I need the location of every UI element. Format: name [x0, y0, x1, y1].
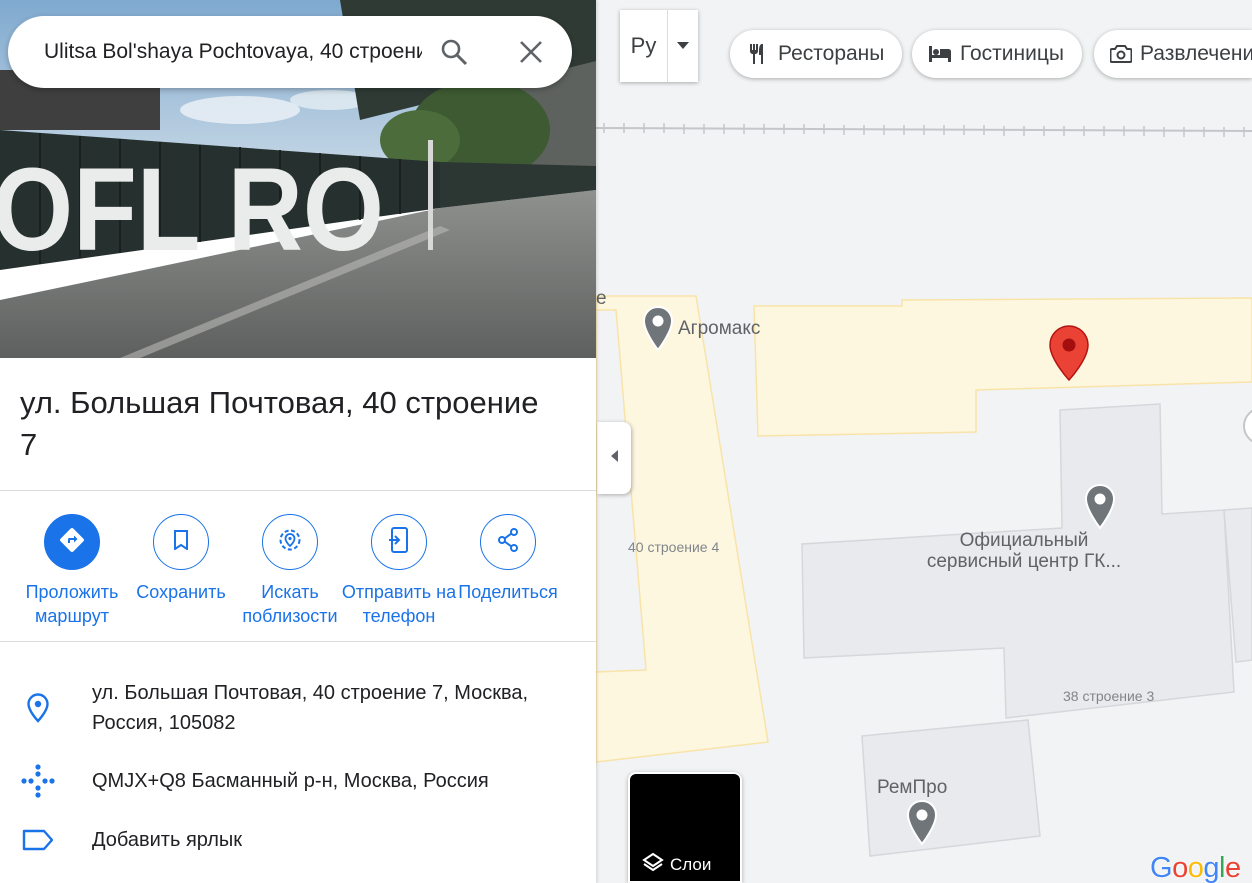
save-label: Сохранить — [136, 582, 226, 602]
chip-label: Гостиницы — [960, 42, 1064, 65]
layers-button[interactable]: Слои — [628, 772, 742, 883]
poi-label-service-center[interactable]: Официальный сервисный центр ГК... — [914, 530, 1134, 572]
share-button[interactable]: Поделиться — [448, 514, 568, 604]
chip-hotels[interactable]: Гостиницы — [912, 30, 1082, 78]
place-side-panel: OFL RO ул. Большая Почтовая, 40 строение… — [0, 0, 596, 883]
map-canvas[interactable]: Агромакс е Официальный сервисный центр Г… — [596, 0, 1252, 883]
nearby-search-icon — [278, 528, 302, 557]
directions-button[interactable]: Проложить маршрут — [12, 514, 132, 628]
caret-down-icon[interactable] — [668, 10, 698, 82]
nearby-label: Искать поблизости — [242, 582, 338, 626]
poi-pin-icon[interactable] — [1084, 483, 1116, 535]
language-selector[interactable]: Ру — [620, 10, 698, 82]
save-button[interactable]: Сохранить — [121, 514, 241, 604]
camera-icon — [1110, 42, 1132, 66]
info-row-add-label[interactable]: Добавить ярлык — [0, 822, 596, 862]
close-icon[interactable] — [511, 32, 551, 72]
parcel-selected — [753, 297, 1252, 437]
label-tag-icon — [18, 820, 58, 860]
map-edge-marker — [1243, 409, 1252, 443]
send-to-phone-label: Отправить на телефон — [341, 582, 457, 626]
selected-location-pin-icon[interactable] — [1048, 324, 1090, 387]
language-current[interactable]: Ру — [620, 10, 668, 82]
chip-label: Развлечения — [1140, 42, 1252, 65]
poi-pin-icon[interactable] — [642, 305, 674, 357]
poi-pin-icon[interactable] — [906, 799, 938, 851]
map-shapes — [596, 123, 1252, 857]
divider — [0, 490, 596, 491]
layers-icon — [642, 852, 664, 879]
directions-label: Проложить маршрут — [25, 582, 119, 626]
chip-entertainment[interactable]: Развлечения — [1094, 30, 1252, 78]
address-text: ул. Большая Почтовая, 40 строение 7, Мос… — [92, 682, 529, 734]
address-label-40-4: 40 строение 4 — [628, 539, 720, 555]
photo-sign-text: OFL RO — [0, 144, 384, 276]
send-to-phone-button[interactable]: Отправить на телефон — [339, 514, 459, 628]
directions-icon — [59, 527, 85, 558]
restaurant-icon — [746, 42, 770, 66]
caret-left-icon — [610, 449, 618, 467]
info-row-address[interactable]: ул. Большая Почтовая, 40 строение 7, Мос… — [0, 678, 596, 742]
collapse-panel-button[interactable] — [597, 422, 631, 494]
google-logo: Google — [1150, 852, 1241, 883]
address-label-38-3: 38 строение 3 — [1063, 688, 1155, 704]
send-to-phone-icon — [388, 526, 410, 558]
plus-code-text: QMJX+Q8 Басманный р-н, Москва, Россия — [92, 770, 489, 792]
share-label: Поделиться — [458, 582, 558, 602]
action-bar: Проложить маршрут Сохранить Искать побли… — [0, 514, 596, 634]
plus-code-icon — [18, 761, 58, 801]
search-box[interactable] — [8, 16, 572, 88]
divider — [0, 641, 596, 642]
add-label-text: Добавить ярлык — [92, 829, 243, 851]
chip-restaurants[interactable]: Рестораны — [730, 30, 903, 78]
search-icon[interactable] — [434, 32, 474, 72]
location-pin-icon — [18, 688, 58, 728]
nearby-button[interactable]: Искать поблизости — [230, 514, 350, 628]
chip-label: Рестораны — [778, 42, 885, 65]
poi-label-fragment: е — [596, 288, 607, 309]
layers-label: Слои — [670, 855, 712, 874]
poi-label-agromax[interactable]: Агромакс — [678, 318, 760, 340]
place-title: ул. Большая Почтовая, 40 строение 7 — [20, 385, 539, 462]
share-icon — [497, 527, 519, 557]
search-input[interactable] — [44, 36, 422, 68]
bookmark-icon — [173, 529, 189, 555]
hotel-bed-icon — [928, 42, 952, 66]
poi-label-rempro[interactable]: РемПро — [877, 777, 947, 799]
info-row-plus-code[interactable]: QMJX+Q8 Басманный р-н, Москва, Россия — [0, 764, 596, 804]
